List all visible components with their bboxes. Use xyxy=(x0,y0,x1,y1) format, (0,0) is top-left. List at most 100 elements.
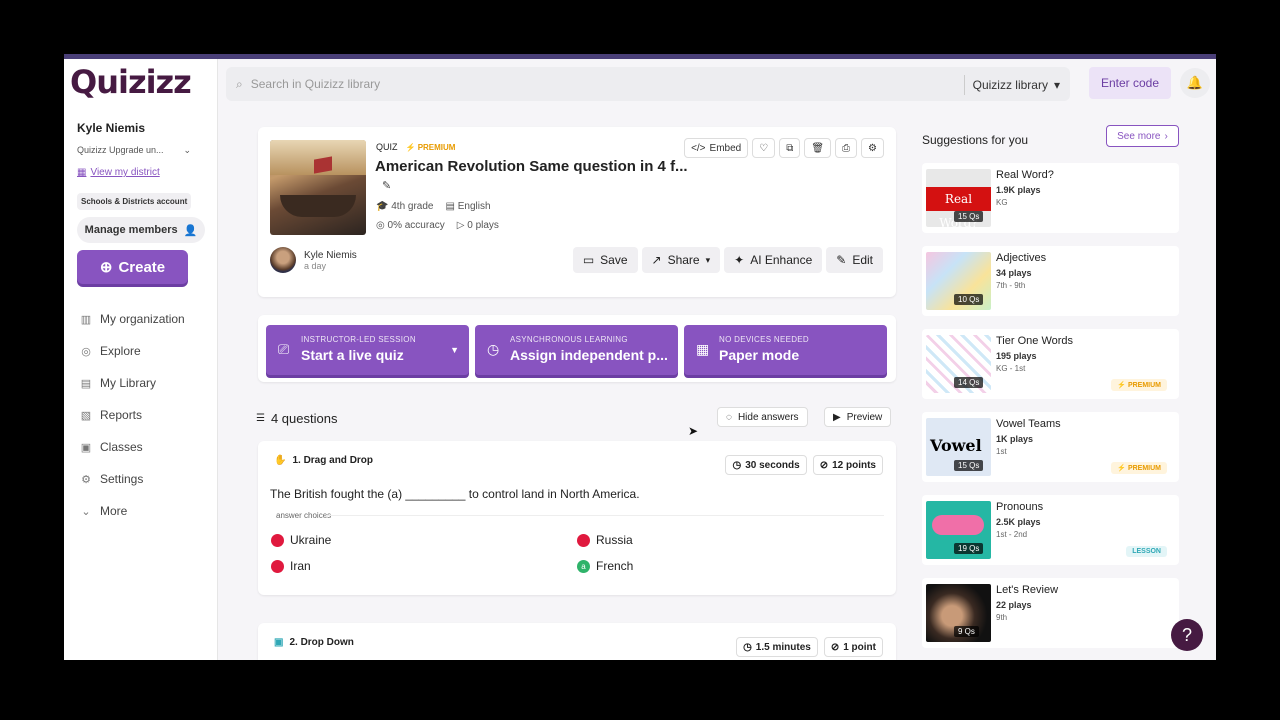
quiz-title: American Revolution Same question in 4 f… xyxy=(375,158,688,175)
manage-members-button[interactable]: Manage members 👤 xyxy=(77,217,205,243)
suggestion-card[interactable]: 14 Qs Tier One Words 195 plays KG - 1st … xyxy=(922,329,1179,399)
check-circle-icon: ⊘ xyxy=(830,641,840,653)
hide-answers-button[interactable]: ◌ Hide answers xyxy=(717,407,808,427)
start-live-quiz-button[interactable]: ⎚ INSTRUCTOR-LED SESSION Start a live qu… xyxy=(266,325,469,375)
clock-icon: ◷ xyxy=(732,459,742,471)
suggestion-grade: 1st - 2nd xyxy=(996,530,1028,539)
plan-dropdown[interactable]: Quizizz Upgrade un... ⌄ xyxy=(77,145,191,156)
bell-icon[interactable]: 🔔 xyxy=(1180,68,1210,98)
answer-choices-label: answer choices xyxy=(276,511,332,520)
suggestion-card[interactable]: 19 Qs Pronouns 2.5K plays 1st - 2nd LESS… xyxy=(922,495,1179,565)
sidebar-item-my-library[interactable]: ▤ My Library xyxy=(80,367,185,399)
settings-icon[interactable]: ⚙ xyxy=(861,138,884,158)
answer-choice-correct: a French xyxy=(577,559,633,573)
save-button[interactable]: ▭ Save xyxy=(572,247,638,273)
check-circle-icon: ⊘ xyxy=(819,459,829,471)
share-button[interactable]: ↗ Share ▾ xyxy=(641,247,721,273)
question-type: ✋ 1. Drag and Drop xyxy=(274,455,374,466)
questions-count-badge: 15 Qs xyxy=(954,460,984,471)
manage-members-label: Manage members xyxy=(84,224,178,236)
incorrect-marker xyxy=(577,533,590,547)
sidebar-item-label: More xyxy=(100,504,128,518)
play-modes: ⎚ INSTRUCTOR-LED SESSION Start a live qu… xyxy=(258,315,896,382)
suggestion-title: Adjectives xyxy=(996,252,1047,264)
mode-subtitle: INSTRUCTOR-LED SESSION xyxy=(301,335,416,344)
divider xyxy=(326,515,884,516)
see-more-button[interactable]: See more › xyxy=(1106,125,1179,147)
quizizz-logo[interactable]: Quizizz xyxy=(70,63,192,101)
paper-mode-button[interactable]: ▦ NO DEVICES NEEDED Paper mode xyxy=(684,325,887,375)
search-bar[interactable]: ⌕ Search in Quizizz library Quizizz libr… xyxy=(226,67,1070,101)
points-badge[interactable]: ⊘ 12 points xyxy=(812,455,883,475)
classes-icon: ▣ xyxy=(80,441,92,454)
sidebar-nav: ▥ My organization ◎ Explore ▤ My Library ▧ R… xyxy=(80,303,185,527)
heart-icon[interactable]: ♡ xyxy=(752,138,776,158)
suggestion-title: Real Word? xyxy=(996,169,1054,181)
quiz-info-row: 🎓 4th grade ▤ English xyxy=(376,201,491,212)
copy-icon[interactable]: ⧉ xyxy=(779,138,801,158)
sidebar-item-my-organization[interactable]: ▥ My organization xyxy=(80,303,185,335)
help-icon[interactable]: ? xyxy=(1171,619,1203,651)
correct-marker: a xyxy=(577,559,590,573)
trash-icon[interactable]: 🗑 xyxy=(804,138,832,158)
share-icon: ↗ xyxy=(651,253,662,267)
sidebar-item-reports[interactable]: ▧ Reports xyxy=(80,399,185,431)
search-input[interactable]: Search in Quizizz library xyxy=(251,77,380,91)
mode-label: Paper mode xyxy=(719,347,800,363)
print-icon[interactable]: ⎙ xyxy=(835,138,858,158)
ai-enhance-button[interactable]: ✦ AI Enhance xyxy=(724,247,823,273)
incorrect-marker xyxy=(271,533,284,547)
create-button[interactable]: ⊕ Create xyxy=(77,250,188,284)
mode-label: Start a live quiz xyxy=(301,347,404,363)
suggestion-plays: 22 plays xyxy=(996,600,1032,610)
time-badge[interactable]: ◷ 30 seconds xyxy=(725,455,807,475)
library-select[interactable]: Quizizz library ▾ xyxy=(963,75,1060,95)
suggestion-grade: 1st xyxy=(996,447,1007,456)
time-badge[interactable]: ◷ 1.5 minutes xyxy=(736,637,818,657)
chevron-right-icon: › xyxy=(1164,130,1168,142)
question-text: The British fought the (a) _________ to … xyxy=(270,487,640,501)
questions-count-badge: 10 Qs xyxy=(954,294,984,305)
library-select-label: Quizizz library xyxy=(972,78,1048,92)
lesson-tag: LESSON xyxy=(1126,546,1167,557)
sidebar-item-label: Settings xyxy=(100,472,144,486)
drag-icon: ✋ xyxy=(274,455,287,466)
user-add-icon: 👤 xyxy=(183,224,198,237)
view-district-link[interactable]: ▦ View my district xyxy=(77,167,160,178)
gear-icon: ⚙ xyxy=(81,473,91,486)
suggestion-card[interactable]: Real Word? 15 Qs Real Word? 1.9K plays K… xyxy=(922,163,1179,233)
view-district-label: View my district xyxy=(90,167,160,178)
suggestion-card[interactable]: 9 Qs Let's Review 22 plays 9th xyxy=(922,578,1179,648)
suggestion-plays: 1.9K plays xyxy=(996,185,1041,195)
mouse-cursor-icon: ➤ xyxy=(688,424,699,438)
create-label: Create xyxy=(118,258,166,276)
suggestion-title: Vowel Teams xyxy=(996,418,1061,430)
suggestion-card[interactable]: 10 Qs Adjectives 34 plays 7th - 9th xyxy=(922,246,1179,316)
questions-count-badge: 15 Qs xyxy=(954,211,984,222)
suggestion-plays: 2.5K plays xyxy=(996,517,1041,527)
suggestion-title: Pronouns xyxy=(996,501,1044,513)
sidebar-item-classes[interactable]: ▣ Classes xyxy=(80,431,185,463)
sidebar-item-settings[interactable]: ⚙ Settings xyxy=(80,463,185,495)
assign-button[interactable]: ◷ ASYNCHRONOUS LEARNING Assign independe… xyxy=(475,325,678,375)
embed-button[interactable]: </> Embed xyxy=(684,138,749,158)
sidebar-item-more[interactable]: ⌄ More xyxy=(80,495,185,527)
premium-badge: ⚡ PREMIUM xyxy=(405,142,456,152)
points-badge[interactable]: ⊘ 1 point xyxy=(823,637,883,657)
preview-button[interactable]: ▶ Preview xyxy=(824,407,892,427)
chevron-down-icon: ⌄ xyxy=(183,145,191,155)
question-card[interactable]: ▣ 2. Drop Down ◷ 1.5 minutes ⊘ 1 point xyxy=(258,623,896,660)
suggestion-card[interactable]: Vowel 15 Qs Vowel Teams 1K plays 1st ⚡ P… xyxy=(922,412,1179,482)
question-card[interactable]: ✋ 1. Drag and Drop ◷ 30 seconds ⊘ 12 points… xyxy=(258,441,896,595)
edit-button[interactable]: ✎ Edit xyxy=(826,247,883,273)
suggestion-plays: 195 plays xyxy=(996,351,1037,361)
quiz-action-buttons: ▭ Save ↗ Share ▾ ✦ AI Enhance ✎ Edit xyxy=(572,247,883,273)
enter-code-button[interactable]: Enter code xyxy=(1089,67,1171,99)
building-icon: ▥ xyxy=(80,313,92,326)
sidebar-item-label: Reports xyxy=(100,408,143,422)
sidebar-item-explore[interactable]: ◎ Explore xyxy=(80,335,185,367)
author: Kyle Niemis a day xyxy=(270,247,357,273)
suggestion-title: Let's Review xyxy=(996,584,1059,596)
premium-tag: ⚡ PREMIUM xyxy=(1111,379,1167,391)
pencil-icon[interactable]: ✎ xyxy=(382,179,391,192)
